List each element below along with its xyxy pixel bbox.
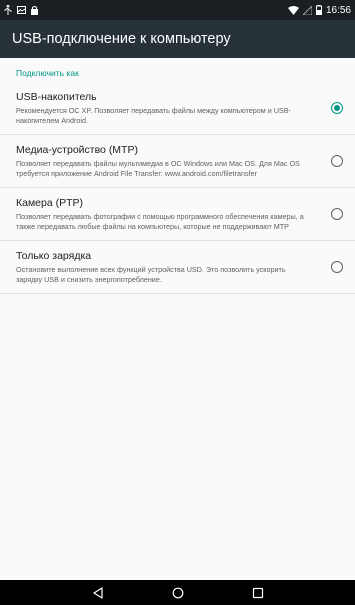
home-icon[interactable] [138, 587, 218, 599]
option-ptp[interactable]: Камера (PTP) Позволяет передавать фотогр… [0, 188, 355, 241]
radio-button[interactable] [331, 208, 343, 220]
app-bar: USB-подключение к компьютеру [0, 20, 355, 58]
option-mtp[interactable]: Медиа-устройство (MTP) Позволяет передав… [0, 135, 355, 188]
status-left-icons [4, 5, 38, 15]
option-description: Позволяет передавать файлы мультимедиа в… [16, 159, 300, 178]
image-notification-icon [17, 6, 26, 14]
usb-icon [4, 5, 12, 15]
no-signal-icon [302, 5, 312, 15]
status-bar: 16:56 [0, 0, 355, 20]
option-title: Только зарядка [16, 250, 92, 262]
back-icon[interactable] [58, 586, 138, 599]
option-charge-only[interactable]: Только зарядка Остановите выполнение все… [0, 241, 355, 294]
radio-button-selected[interactable] [331, 102, 343, 114]
settings-content: Подключить как USB-накопитель Рекомендуе… [0, 58, 355, 580]
radio-button[interactable] [331, 155, 343, 167]
page-title: USB-подключение к компьютеру [12, 31, 231, 47]
navigation-bar [0, 580, 355, 605]
option-description: Позволяет передавать фотографии с помощь… [16, 212, 304, 231]
option-description: Рекомендуется ОС XP. Позволяет передават… [16, 106, 291, 125]
section-header: Подключить как [16, 68, 79, 78]
option-title: Медиа-устройство (MTP) [16, 144, 138, 156]
radio-button[interactable] [331, 261, 343, 273]
battery-icon [315, 5, 322, 15]
option-title: USB-накопитель [16, 91, 97, 103]
status-time: 16:56 [325, 4, 351, 16]
option-title: Камера (PTP) [16, 197, 84, 209]
option-usb-storage[interactable]: USB-накопитель Рекомендуется ОС XP. Позв… [0, 82, 355, 135]
option-description: Остановите выполнение всех функций устро… [16, 265, 286, 284]
status-right-icons: 16:56 [287, 4, 351, 16]
recents-icon[interactable] [218, 587, 298, 599]
lock-notification-icon [31, 5, 38, 15]
wifi-icon [287, 5, 299, 15]
